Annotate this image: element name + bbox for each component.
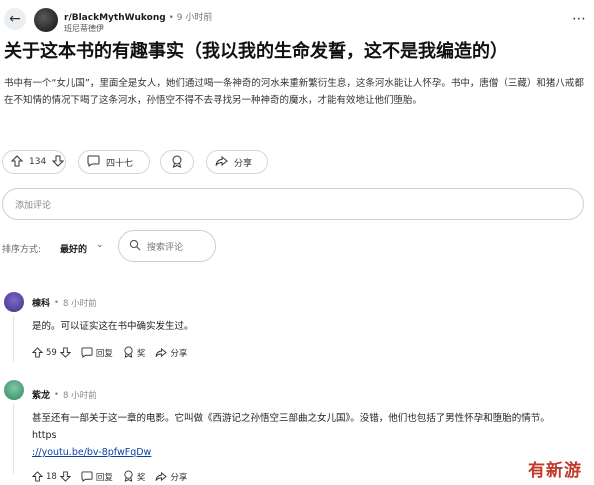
add-comment-input[interactable]: 添加评论 [2, 188, 584, 220]
share-button[interactable]: 分享 [155, 347, 187, 360]
commenter-avatar[interactable] [4, 380, 24, 400]
comment-count: 四十七 [106, 158, 134, 169]
award-button[interactable]: 奖 [123, 346, 146, 360]
comment-time: 8 小时前 [63, 298, 97, 309]
upvote-icon[interactable] [31, 346, 44, 360]
sort-dropdown[interactable]: 最好的 [60, 242, 87, 255]
commenter-avatar[interactable] [4, 292, 24, 312]
vote-count: 134 [29, 157, 47, 167]
share-label: 分享 [170, 473, 188, 483]
separator-dot: • [54, 389, 60, 400]
vote-count: 59 [46, 348, 57, 358]
comment-text: 甚至还有一部关于这一章的电影。它叫做《西游记之孙悟空三部曲之女儿国》。没错，他们… [32, 413, 550, 441]
vote-count: 18 [46, 472, 57, 482]
comment-link[interactable]: ://youtu.be/bv-8pfwFqDw [32, 444, 151, 461]
reply-label: 回复 [95, 473, 113, 483]
separator-dot: • [168, 13, 174, 23]
upvote-icon[interactable] [31, 470, 44, 484]
downvote-icon[interactable] [59, 470, 72, 484]
commenter-name[interactable]: 棟科 [32, 296, 50, 309]
comment-bubble-icon [81, 470, 93, 484]
commenter-name[interactable]: 紫龙 [32, 388, 50, 401]
subreddit-name[interactable]: r/BlackMythWukong [64, 13, 166, 23]
share-label: 分享 [234, 158, 253, 169]
comment-header: 棟科 • 8 小时前 [32, 296, 97, 310]
comments-button[interactable]: 四十七 [78, 150, 150, 174]
back-arrow-icon: ← [9, 11, 21, 27]
search-comments-input[interactable]: 搜索评论 [118, 230, 216, 262]
post-time: 9 小时前 [176, 13, 213, 23]
award-label: 奖 [136, 473, 146, 483]
chevron-down-icon[interactable]: ⌄ [96, 240, 104, 250]
post-body: 书中有一个“女儿国”，里面全是女人，她们通过喝一条神奇的河水来重新繁衍生息，这条… [4, 78, 584, 106]
post-title: 关于这本书的有趣事实（我以我的生命发誓，这不是我编造的） [4, 41, 508, 62]
downvote-icon[interactable] [51, 155, 65, 169]
share-icon [155, 347, 168, 360]
share-button[interactable]: 分享 [206, 150, 268, 174]
comment-bubble-icon [81, 346, 93, 360]
back-button[interactable]: ← [4, 8, 26, 30]
comment-bubble-icon [87, 155, 100, 169]
reply-label: 回复 [95, 349, 113, 359]
reply-button[interactable]: 回复 [81, 346, 113, 360]
award-icon [123, 346, 134, 360]
subreddit-avatar[interactable] [34, 8, 58, 32]
post-author[interactable]: 班尼蒂德伊 [64, 23, 104, 34]
reply-button[interactable]: 回复 [81, 470, 113, 484]
award-button[interactable]: 奖 [123, 470, 146, 484]
upvote-icon[interactable] [10, 155, 24, 169]
comment-time: 8 小时前 [63, 390, 97, 401]
comment-actions: 59 回复 奖 分享 [31, 346, 187, 360]
share-icon [215, 155, 228, 169]
vote-control: 59 [31, 346, 72, 360]
separator-dot: • [54, 297, 60, 308]
award-button[interactable] [160, 150, 194, 174]
subreddit-line: r/BlackMythWukong • 9 小时前 [64, 10, 212, 23]
award-label: 奖 [136, 349, 146, 359]
share-label: 分享 [170, 349, 188, 359]
sort-label: 排序方式: [2, 245, 42, 255]
search-icon [129, 239, 141, 253]
downvote-icon[interactable] [59, 346, 72, 360]
more-options-icon[interactable]: ⋯ [572, 12, 586, 26]
award-icon [123, 470, 134, 484]
award-icon [171, 155, 183, 170]
comment-header: 紫龙 • 8 小时前 [32, 388, 97, 402]
vote-control: 18 [31, 470, 72, 484]
share-button[interactable]: 分享 [155, 471, 187, 484]
vote-control: 134 [2, 150, 66, 174]
search-comments-placeholder: 搜索评论 [147, 242, 184, 253]
thread-line[interactable] [13, 316, 14, 362]
share-icon [155, 471, 168, 484]
comment-text: 是的。可以证实这在书中确实发生过。 [32, 321, 194, 332]
watermark-logo: 有新游 [528, 461, 582, 481]
comment-actions: 18 回复 奖 分享 [31, 470, 187, 484]
thread-line[interactable] [13, 404, 14, 474]
